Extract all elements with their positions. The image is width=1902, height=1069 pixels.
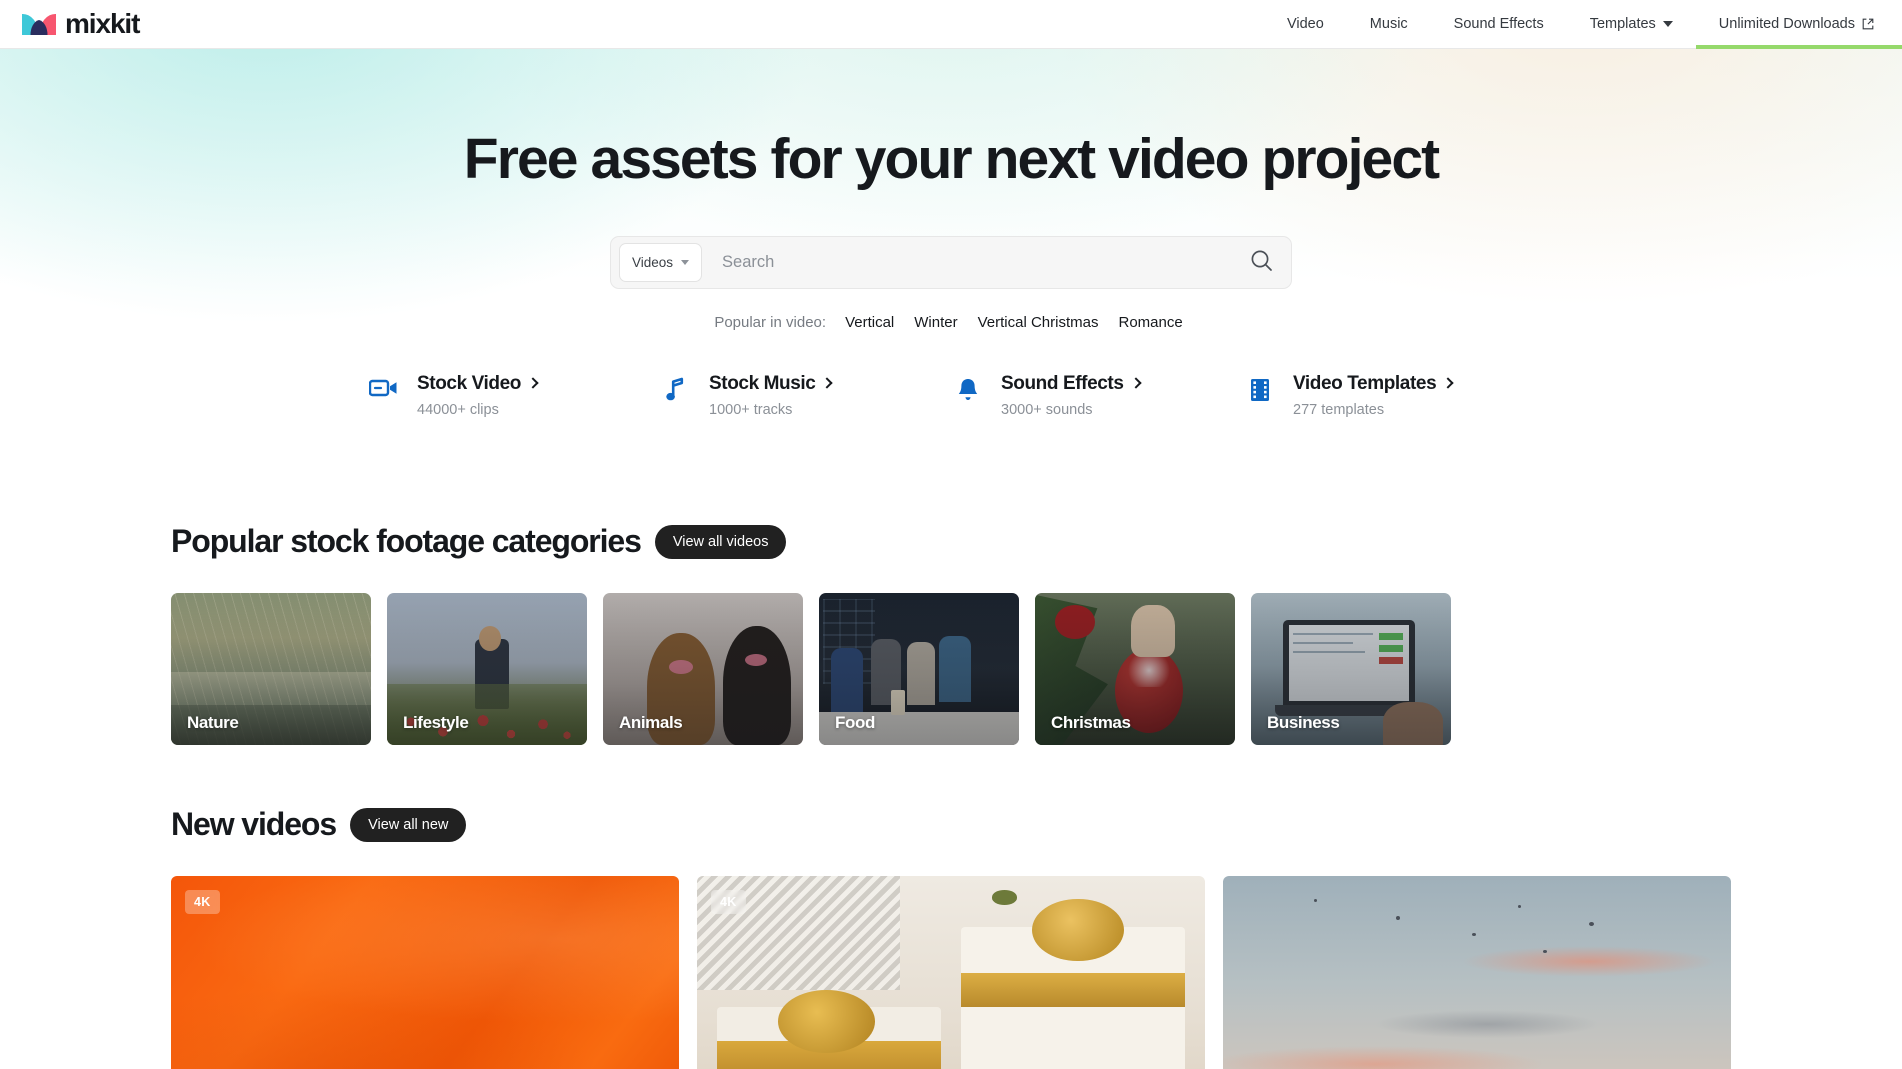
category-card-christmas[interactable]: Christmas [1035, 593, 1235, 745]
category-label: Business [1267, 713, 1340, 732]
popular-categories-section: Popular stock footage categories View al… [171, 523, 1731, 745]
stat-title-text: Video Templates [1293, 372, 1437, 394]
nav-label: Templates [1589, 16, 1656, 32]
stat-stock-video[interactable]: Stock Video 44000+ clips [367, 373, 659, 418]
category-label: Lifestyle [403, 713, 469, 732]
stat-title: Stock Video [417, 372, 539, 395]
category-label: Food [835, 713, 875, 732]
view-all-videos-button[interactable]: View all videos [654, 524, 787, 559]
search-bar: Videos [610, 235, 1292, 289]
stat-subtitle: 1000+ tracks [709, 401, 793, 418]
main-nav: Video Music Sound Effects Templates Unli… [1264, 0, 1902, 49]
chevron-right-icon [821, 377, 834, 389]
chevron-right-icon [1442, 377, 1454, 389]
stat-title: Stock Music [709, 372, 834, 395]
search-submit-button[interactable] [1237, 240, 1285, 285]
stat-subtitle: 44000+ clips [417, 401, 499, 418]
category-card-animals[interactable]: Animals [603, 593, 803, 745]
section-header: Popular stock footage categories View al… [171, 523, 1731, 560]
popular-link-winter[interactable]: Winter [909, 314, 962, 331]
video-camera-icon [367, 377, 401, 399]
hero-section: Free assets for your next video project … [0, 49, 1902, 453]
video-thumbnail [697, 876, 1205, 1069]
logo-wordmark: mixkit [65, 8, 140, 39]
popular-searches: Popular in video: Vertical Winter Vertic… [0, 314, 1902, 331]
chevron-right-icon [527, 377, 539, 389]
stat-title-text: Stock Music [709, 372, 816, 394]
category-label: Nature [187, 713, 239, 732]
video-card[interactable]: 4K [697, 876, 1205, 1069]
category-label: Christmas [1051, 713, 1131, 732]
category-card-lifestyle[interactable]: Lifestyle [387, 593, 587, 745]
stat-title: Sound Effects [1001, 372, 1142, 395]
resolution-badge: 4K [711, 890, 746, 914]
nav-item-unlimited-downloads[interactable]: Unlimited Downloads [1695, 0, 1902, 49]
mixkit-logo-icon [20, 12, 58, 37]
chevron-down-icon [1662, 21, 1673, 27]
video-card[interactable] [1223, 876, 1731, 1069]
nav-label: Sound Effects [1453, 16, 1544, 32]
chevron-right-icon [1129, 377, 1142, 389]
video-card[interactable]: 4K [171, 876, 679, 1069]
music-note-icon [659, 377, 693, 403]
video-thumbnail [171, 876, 679, 1069]
view-all-new-button[interactable]: View all new [350, 807, 467, 842]
stat-title: Video Templates [1293, 372, 1454, 395]
popular-link-vertical-christmas[interactable]: Vertical Christmas [973, 314, 1104, 331]
popular-link-vertical[interactable]: Vertical [840, 314, 899, 331]
nav-label: Unlimited Downloads [1718, 16, 1855, 32]
category-card-nature[interactable]: Nature [171, 593, 371, 745]
film-strip-icon [1243, 377, 1277, 403]
video-card-grid: 4K 4K [171, 876, 1731, 1069]
category-card-food[interactable]: Food [819, 593, 1019, 745]
new-videos-section: New videos View all new 4K 4K [171, 806, 1731, 1069]
stat-sound-effects[interactable]: Sound Effects 3000+ sounds [951, 373, 1243, 418]
asset-stats-strip: Stock Video 44000+ clips Stock Music 100… [0, 373, 1902, 418]
site-header: mixkit Video Music Sound Effects Templat… [0, 0, 1902, 49]
category-card-grid: Nature Lifestyle Animals Food Christmas … [171, 593, 1731, 745]
nav-item-video[interactable]: Video [1264, 0, 1347, 48]
nav-item-music[interactable]: Music [1347, 0, 1431, 48]
stat-subtitle: 277 templates [1293, 401, 1385, 418]
nav-label: Video [1286, 16, 1324, 32]
category-card-business[interactable]: Business [1251, 593, 1451, 745]
bell-icon [951, 377, 985, 403]
site-logo[interactable]: mixkit [20, 8, 140, 39]
search-input[interactable] [702, 252, 1237, 272]
external-link-icon [1862, 18, 1874, 30]
nav-item-sound-effects[interactable]: Sound Effects [1431, 0, 1567, 48]
section-title: New videos [171, 806, 337, 842]
nav-active-underline [1695, 45, 1902, 49]
page-title: Free assets for your next video project [463, 127, 1440, 191]
stat-title-text: Sound Effects [1001, 372, 1124, 394]
search-type-label: Videos [632, 254, 674, 270]
stat-subtitle: 3000+ sounds [1001, 401, 1093, 418]
search-icon [1249, 248, 1274, 276]
stat-video-templates[interactable]: Video Templates 277 templates [1243, 373, 1535, 418]
category-label: Animals [619, 713, 683, 732]
popular-label: Popular in video: [714, 313, 827, 331]
chevron-down-icon [681, 259, 690, 265]
nav-item-templates[interactable]: Templates [1567, 0, 1696, 48]
section-title: Popular stock footage categories [171, 523, 642, 559]
search-type-select[interactable]: Videos [619, 242, 703, 282]
stat-title-text: Stock Video [417, 372, 522, 394]
nav-label: Music [1369, 16, 1408, 32]
popular-link-romance[interactable]: Romance [1113, 314, 1187, 331]
resolution-badge: 4K [185, 890, 220, 914]
section-header: New videos View all new [171, 806, 1731, 843]
stat-stock-music[interactable]: Stock Music 1000+ tracks [659, 373, 951, 418]
video-thumbnail [1223, 876, 1731, 1069]
